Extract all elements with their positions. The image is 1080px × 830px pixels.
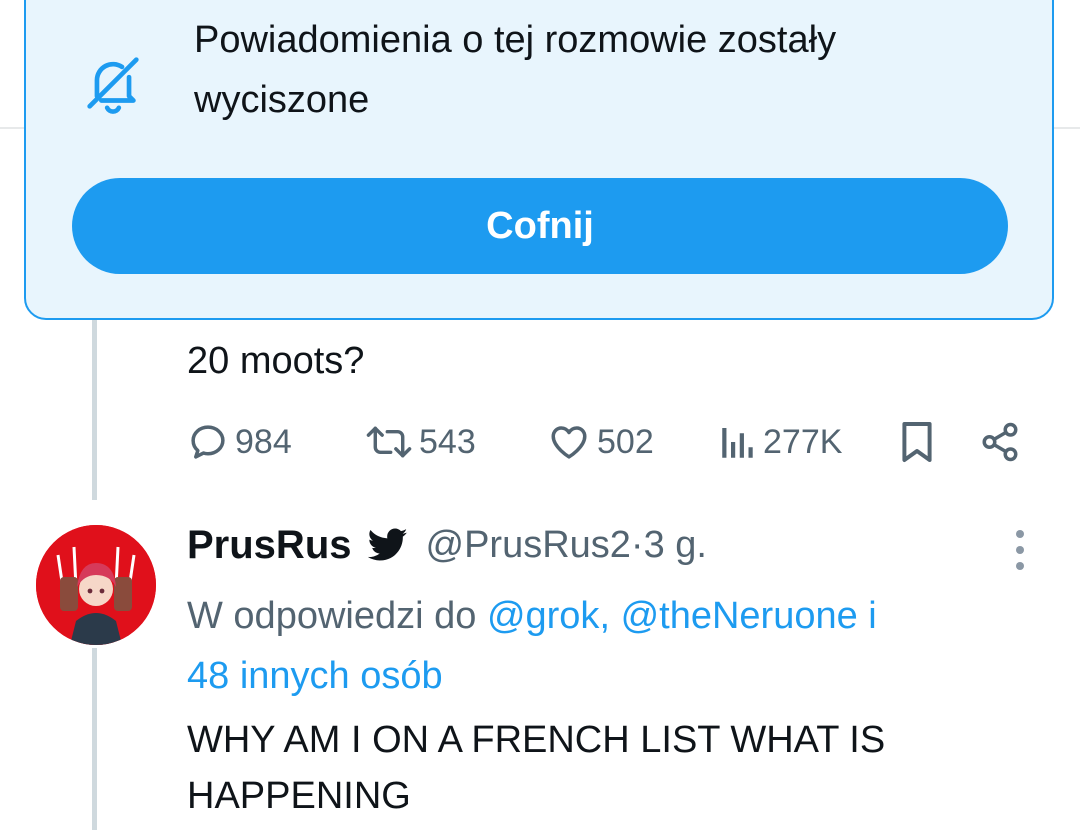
mention-and: i [857, 595, 877, 637]
bookmark-icon [902, 422, 932, 462]
mention-comma: , [599, 595, 621, 637]
mute-toast: Powiadomienia o tej rozmowie zostały wyc… [24, 0, 1054, 320]
avatar-image [36, 525, 156, 645]
share-icon [982, 422, 1018, 462]
mention-link-theneruone[interactable]: @theNeruone [621, 595, 858, 637]
tweet-action-bar: 984 543 502 277K [187, 412, 1037, 472]
retweet-count: 543 [419, 422, 476, 461]
meta-separator: · [630, 523, 644, 566]
previous-tweet-text: 20 moots? [187, 340, 365, 382]
reply-count: 984 [235, 422, 292, 461]
share-button[interactable] [979, 412, 1021, 472]
user-handle[interactable]: @PrusRus2 [426, 524, 631, 567]
reply-context: W odpowiedzi do @grok, @theNeruone i 48 … [187, 586, 1037, 706]
retweet-icon [366, 426, 412, 458]
undo-button[interactable]: Cofnij [72, 178, 1008, 274]
bell-muted-icon [78, 48, 148, 118]
tweet-time[interactable]: 3 g. [644, 524, 707, 567]
tweet-header: PrusRus @PrusRus2 · 3 g. [187, 520, 707, 570]
reply-prefix: W odpowiedzi do [187, 595, 487, 637]
reply-icon [191, 425, 225, 459]
views-button[interactable]: 277K [719, 412, 842, 472]
display-name[interactable]: PrusRus [187, 523, 352, 568]
heart-icon [551, 426, 587, 459]
others-link[interactable]: 48 innych osób [187, 655, 443, 697]
views-icon [722, 428, 753, 458]
bird-icon [367, 528, 408, 562]
toast-message: Powiadomienia o tej rozmowie zostały wyc… [194, 19, 837, 121]
bookmark-button[interactable] [899, 412, 935, 472]
reply-button[interactable]: 984 [187, 412, 292, 472]
mention-link-grok[interactable]: @grok [487, 595, 600, 637]
more-options-icon[interactable] [1008, 528, 1032, 572]
tweet-text: WHY AM I ON A FRENCH LIST WHAT IS HAPPEN… [187, 719, 886, 817]
thread-line [92, 300, 97, 500]
like-count: 502 [597, 422, 654, 461]
thread-line [92, 648, 97, 830]
avatar[interactable] [36, 525, 156, 645]
retweet-button[interactable]: 543 [365, 412, 476, 472]
like-button[interactable]: 502 [547, 412, 654, 472]
views-count: 277K [763, 422, 843, 461]
